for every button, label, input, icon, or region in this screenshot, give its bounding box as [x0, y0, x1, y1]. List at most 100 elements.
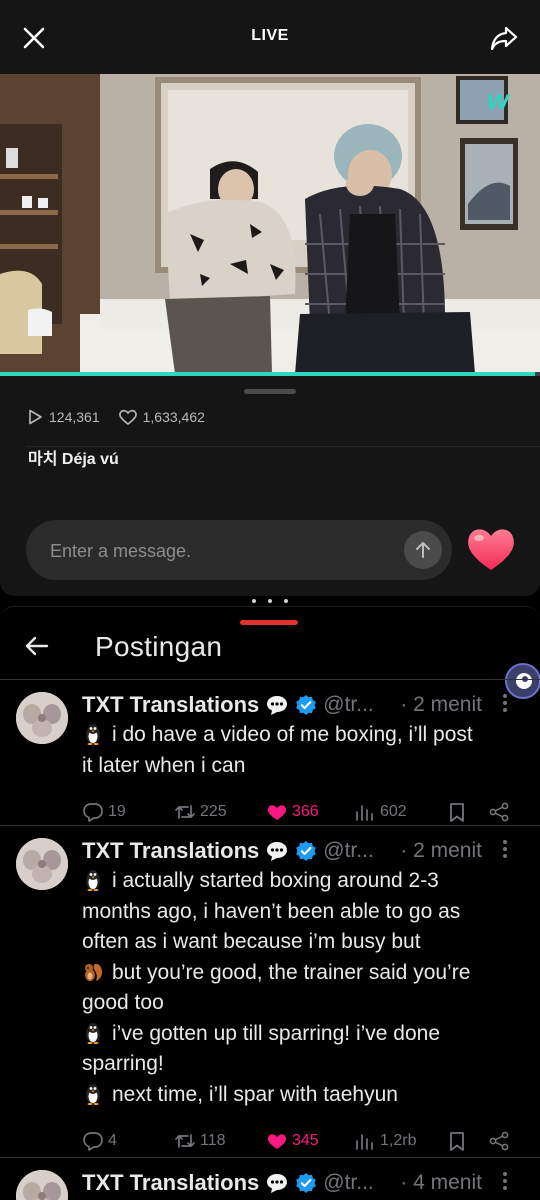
tweet-line: it later when i can — [82, 751, 522, 782]
svg-text:w: w — [487, 84, 511, 115]
bookmark-button[interactable] — [446, 801, 468, 823]
tweet-time: · 2 menit — [400, 839, 482, 862]
arrow-up-icon — [416, 542, 430, 558]
tweet-text: i actually started boxing around 2-3 mont… — [82, 866, 522, 1110]
share-icon[interactable] — [488, 22, 520, 54]
reply-count: 19 — [108, 803, 126, 820]
bookmark-button[interactable] — [446, 1130, 468, 1152]
like-count: 1,633,462 — [118, 408, 205, 426]
author-handle: @tr... — [323, 1171, 374, 1194]
tweet-line-text: good too — [82, 991, 164, 1014]
chat-bubble-icon — [267, 842, 288, 861]
tweet-line: i actually started boxing around 2-3 — [82, 866, 522, 897]
tweet[interactable]: TXT Translations @tr... · 2 menit i actuall… — [0, 825, 540, 1157]
tweet-header: TXT Translations @tr... · 4 menit — [82, 1168, 530, 1198]
live-panel: LIVE w 124,361 1,633,462 마치 Déja vú Ente… — [0, 0, 540, 596]
reply-icon — [83, 1132, 103, 1151]
video-progress-bar[interactable] — [0, 372, 540, 376]
retweet-button[interactable]: 118 — [174, 1130, 226, 1152]
message-input[interactable]: Enter a message. — [26, 520, 452, 580]
share-button[interactable] — [488, 1130, 510, 1152]
retweet-count: 118 — [200, 1132, 226, 1149]
bookmark-icon — [450, 803, 464, 822]
tweet-line: months ago, i haven’t been able to go as — [82, 897, 522, 928]
reply-button[interactable]: 4 — [82, 1130, 117, 1152]
more-options-icon[interactable] — [502, 838, 508, 860]
views-button[interactable]: 1,2rb — [354, 1130, 416, 1152]
reply-button[interactable]: 19 — [82, 801, 126, 823]
views-count: 602 — [380, 803, 407, 820]
video-frame: w — [0, 74, 540, 376]
avatar[interactable] — [16, 1170, 68, 1200]
squirrel-emoji-icon — [85, 963, 103, 981]
tweet-line-text: i’ve gotten up till sparring! i’ve done — [112, 1021, 441, 1045]
author-handle: @tr... — [323, 839, 374, 862]
verified-badge-icon — [296, 695, 317, 715]
share-button[interactable] — [488, 801, 510, 823]
more-options-icon[interactable] — [502, 692, 508, 714]
tweet-line: good too — [82, 988, 522, 1019]
tweet-actions: 4 118 345 1,2rb — [82, 1130, 522, 1154]
retweet-button[interactable]: 225 — [174, 801, 227, 823]
like-button[interactable]: 345 — [266, 1130, 319, 1152]
tweet[interactable]: TXT Translations @tr... · 2 menit i do have… — [0, 679, 540, 825]
live-video[interactable]: w — [0, 74, 540, 376]
reply-count: 4 — [108, 1132, 117, 1149]
tweet-line-text: months ago, i haven’t been able to go as — [82, 899, 461, 923]
live-caption: 마치 Déja vú — [28, 451, 119, 468]
views-chart-icon — [356, 805, 373, 821]
views-count: 1,2rb — [380, 1132, 417, 1149]
retweet-icon — [175, 805, 195, 819]
views-button[interactable]: 602 — [354, 801, 407, 823]
view-count: 124,361 — [26, 408, 100, 426]
penguin-emoji-icon — [86, 1022, 100, 1044]
posts-panel: Postingan TXT Translations @tr... · 2 meni… — [0, 606, 540, 1200]
back-arrow-icon[interactable] — [24, 633, 50, 659]
heart-icon[interactable] — [464, 524, 518, 574]
like-count: 366 — [292, 803, 319, 820]
tweet-header: TXT Translations @tr... · 2 menit — [82, 690, 530, 720]
tweet[interactable]: TXT Translations @tr... · 4 menit — [0, 1157, 540, 1200]
play-icon — [29, 409, 42, 425]
share-node-icon — [489, 802, 509, 822]
live-top-bar: LIVE — [0, 0, 540, 74]
like-button[interactable]: 366 — [266, 801, 319, 823]
author-name[interactable]: TXT Translations — [82, 692, 259, 718]
posts-header: Postingan — [0, 623, 540, 699]
send-button[interactable] — [404, 531, 442, 569]
retweet-icon — [175, 1134, 195, 1148]
tweet-line-text: sparring! — [82, 1052, 164, 1075]
tweet-line-text: often as i want because i’m busy but — [82, 930, 421, 953]
tweet-line-text: i do have a video of me boxing, i’ll pos… — [112, 723, 473, 746]
tweet-time: · 4 menit — [400, 1171, 482, 1194]
panel-menu-dots[interactable] — [252, 596, 288, 606]
tweet-header: TXT Translations @tr... · 2 menit — [82, 836, 530, 866]
retweet-count: 225 — [200, 803, 227, 820]
like-count-value: 1,633,462 — [142, 409, 205, 425]
author-name[interactable]: TXT Translations — [82, 1170, 259, 1196]
tweet-time: · 2 menit — [400, 693, 482, 716]
tweet-actions: 19 225 366 602 — [82, 801, 522, 825]
tweet-line: but you’re good, the trainer said you’re — [82, 958, 522, 989]
message-placeholder: Enter a message. — [50, 541, 192, 561]
page-title: Postingan — [95, 631, 223, 662]
author-name[interactable]: TXT Translations — [82, 838, 259, 864]
tweet-line: often as i want because i’m busy but — [82, 927, 522, 958]
avatar[interactable] — [16, 692, 68, 744]
penguin-emoji-icon — [86, 1083, 100, 1105]
tweet-line: i’ve gotten up till sparring! i’ve done — [82, 1019, 522, 1050]
share-node-icon — [489, 1131, 509, 1151]
view-count-value: 124,361 — [49, 409, 100, 425]
author-handle: @tr... — [323, 693, 374, 716]
heart-filled-icon — [267, 1134, 287, 1149]
tweet-line-text: next time, i’ll spar with taehyun — [112, 1082, 398, 1106]
penguin-emoji-icon — [86, 724, 100, 745]
tweet-line-text: but you’re good, the trainer said you’re — [112, 960, 471, 984]
avatar[interactable] — [16, 838, 68, 890]
verified-badge-icon — [296, 841, 317, 861]
heart-outline-icon — [118, 409, 137, 426]
penguin-emoji-icon — [86, 870, 100, 891]
more-options-icon[interactable] — [502, 1170, 508, 1192]
drag-handle[interactable] — [244, 389, 296, 394]
chat-bubble-icon — [267, 1174, 288, 1193]
